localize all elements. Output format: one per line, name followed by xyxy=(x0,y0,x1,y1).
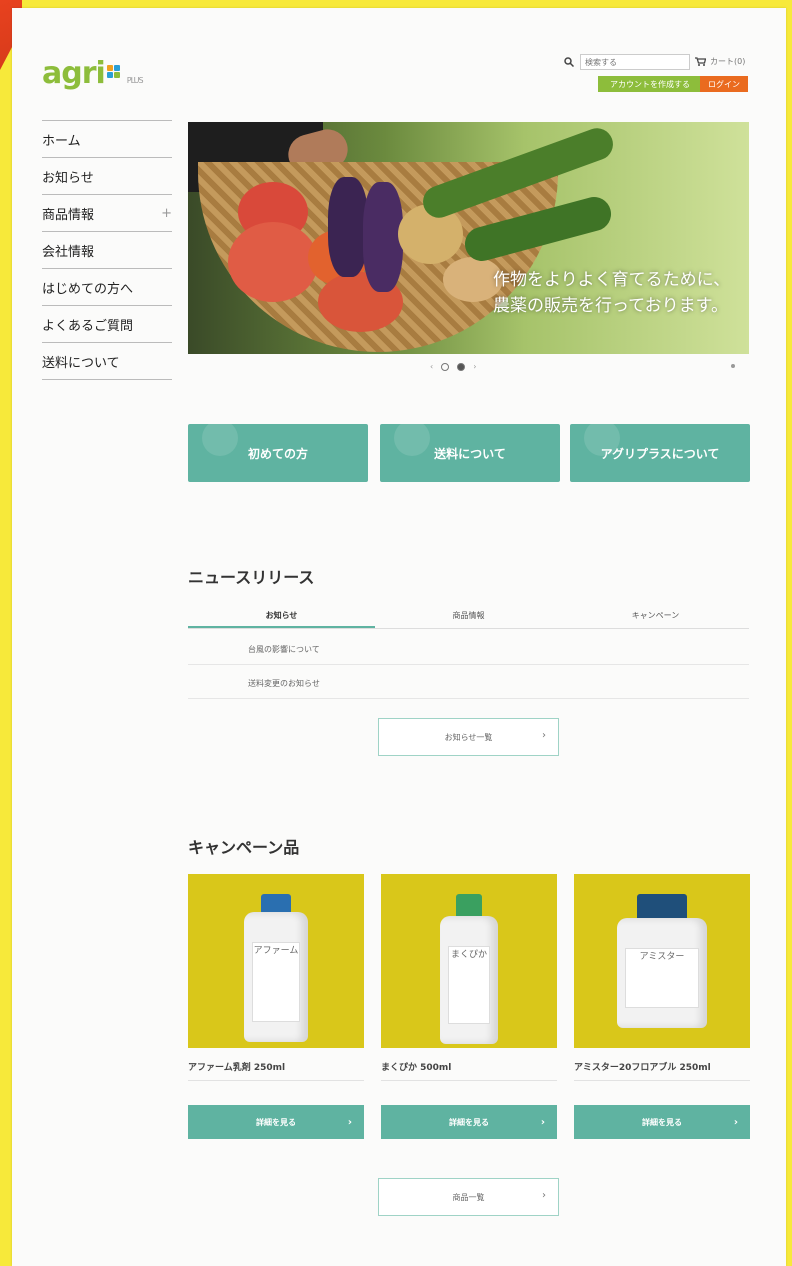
about-banner[interactable]: アグリプラスについて xyxy=(570,424,750,482)
cart-label: カート(0) xyxy=(710,57,746,66)
slider-prev-icon[interactable]: ‹ xyxy=(430,362,433,371)
create-account-button[interactable]: アカウントを作成する xyxy=(598,76,702,92)
chevron-right-icon: › xyxy=(733,1116,738,1128)
sidebar-item-news[interactable]: お知らせ xyxy=(42,158,172,195)
shipping-banner[interactable]: 送料について xyxy=(380,424,560,482)
bottle-label: まくぴか xyxy=(448,946,490,1024)
news-tabs: お知らせ 商品情報 キャンペーン xyxy=(188,606,749,629)
detail-label: 詳細を見る xyxy=(449,1117,489,1127)
detail-button[interactable]: 詳細を見る › xyxy=(188,1105,364,1139)
news-list-label: お知らせ一覧 xyxy=(444,732,493,742)
detail-button[interactable]: 詳細を見る › xyxy=(574,1105,750,1139)
product-image[interactable]: まくぴか xyxy=(381,874,557,1048)
slider-dot[interactable] xyxy=(441,362,450,371)
news-item[interactable]: 送料変更のお知らせ xyxy=(248,678,320,689)
product-name[interactable]: アミスター20フロアブル 250ml xyxy=(574,1060,750,1081)
product-list-label: 商品一覧 xyxy=(452,1192,485,1202)
news-title: ニュースリリース xyxy=(188,568,315,587)
slider-next-icon[interactable]: › xyxy=(473,362,476,371)
sidebar-item-label: ホーム xyxy=(42,133,81,149)
sidebar-item-label: 会社情報 xyxy=(42,244,95,260)
product-name[interactable]: アファーム乳剤 250ml xyxy=(188,1060,364,1081)
slider-controls: ‹ › xyxy=(430,362,476,371)
eggplant-shape xyxy=(328,177,368,277)
search-input[interactable] xyxy=(580,54,690,70)
eggplant-shape xyxy=(363,182,403,292)
news-divider xyxy=(188,698,749,699)
tab-notice[interactable]: お知らせ xyxy=(188,606,375,628)
tab-product-info[interactable]: 商品情報 xyxy=(375,606,562,626)
chevron-right-icon: › xyxy=(542,730,546,741)
detail-button[interactable]: 詳細を見る › xyxy=(381,1105,557,1139)
news-divider xyxy=(188,664,749,665)
campaign-title: キャンペーン品 xyxy=(188,838,300,857)
bottle-label: アミスター xyxy=(625,948,699,1008)
news-item[interactable]: 台風の影響について xyxy=(248,644,320,655)
site-logo[interactable]: agri PLUS xyxy=(42,56,144,91)
product-card: アファーム アファーム乳剤 250ml 詳細を見る › xyxy=(188,874,364,1139)
logo-suffix: PLUS xyxy=(126,76,144,85)
tab-campaign[interactable]: キャンペーン xyxy=(562,606,749,626)
login-button[interactable]: ログイン xyxy=(700,76,748,92)
banner-label: 初めての方 xyxy=(247,446,308,461)
detail-label: 詳細を見る xyxy=(256,1117,296,1127)
bottle-body: アミスター xyxy=(617,918,707,1028)
sidebar-item-label: はじめての方へ xyxy=(42,281,134,297)
search-bar xyxy=(564,54,690,70)
search-icon[interactable] xyxy=(564,57,574,67)
sidebar-item-label: 商品情報 xyxy=(42,207,95,223)
product-card: アミスター アミスター20フロアブル 250ml 詳細を見る › xyxy=(574,874,750,1139)
bottle-cap xyxy=(456,894,482,916)
bottle-body: アファーム xyxy=(244,912,308,1042)
hero-caption-line: 作物をよりよく育てるために、 xyxy=(493,270,731,290)
detail-label: 詳細を見る xyxy=(642,1117,682,1127)
chevron-right-icon: › xyxy=(347,1116,352,1128)
bottle-label: アファーム xyxy=(252,942,300,1022)
page: agri PLUS カート(0) アカウントを作成する ログイン ホーム お知らせ… xyxy=(12,8,786,1266)
product-name[interactable]: まくぴか 500ml xyxy=(381,1060,557,1081)
slider-dot[interactable] xyxy=(457,362,466,371)
bottle-cap xyxy=(261,894,291,912)
cart-icon xyxy=(695,57,706,66)
bottle-image: アファーム xyxy=(244,894,308,1042)
slider-pause-icon[interactable] xyxy=(731,364,735,368)
bottle-image: まくぴか xyxy=(440,894,498,1044)
product-card: まくぴか まくぴか 500ml 詳細を見る › xyxy=(381,874,557,1139)
chevron-right-icon: › xyxy=(540,1116,545,1128)
sidebar-item-faq[interactable]: よくあるご質問 xyxy=(42,306,172,343)
sidebar-nav: ホーム お知らせ 商品情報 + 会社情報 はじめての方へ よくあるご質問 送料につ… xyxy=(42,120,172,380)
sidebar-item-label: よくあるご質問 xyxy=(42,318,134,334)
product-image[interactable]: アファーム xyxy=(188,874,364,1048)
sidebar-item-shipping[interactable]: 送料について xyxy=(42,343,172,380)
chevron-right-icon: › xyxy=(542,1190,546,1201)
logo-mark-icon xyxy=(106,65,125,81)
logo-text: agri xyxy=(42,56,106,91)
cart-link[interactable]: カート(0) xyxy=(695,56,745,67)
hero-caption-line: 農薬の販売を行っております。 xyxy=(493,296,728,316)
hero-slider[interactable]: 作物をよりよく育てるために、 農薬の販売を行っております。 xyxy=(188,122,749,354)
news-list-button[interactable]: お知らせ一覧 › xyxy=(378,718,559,756)
sidebar-item-label: お知らせ xyxy=(42,170,94,186)
product-image[interactable]: アミスター xyxy=(574,874,750,1048)
bottle-body: まくぴか xyxy=(440,916,498,1044)
banner-label: 送料について xyxy=(434,446,506,461)
bottle-cap xyxy=(637,894,687,918)
bottle-image: アミスター xyxy=(617,894,707,1028)
first-time-banner[interactable]: 初めての方 xyxy=(188,424,368,482)
sidebar-item-first-time[interactable]: はじめての方へ xyxy=(42,269,172,306)
hero-caption: 作物をよりよく育てるために、 農薬の販売を行っております。 xyxy=(493,267,730,319)
banner-label: アグリプラスについて xyxy=(600,446,720,461)
sidebar-item-label: 送料について xyxy=(42,355,120,371)
sidebar-item-products[interactable]: 商品情報 + xyxy=(42,195,172,232)
expand-icon[interactable]: + xyxy=(161,206,172,221)
sidebar-item-company[interactable]: 会社情報 xyxy=(42,232,172,269)
tomato-shape xyxy=(228,222,318,302)
product-list-button[interactable]: 商品一覧 › xyxy=(378,1178,559,1216)
sidebar-item-home[interactable]: ホーム xyxy=(42,121,172,158)
